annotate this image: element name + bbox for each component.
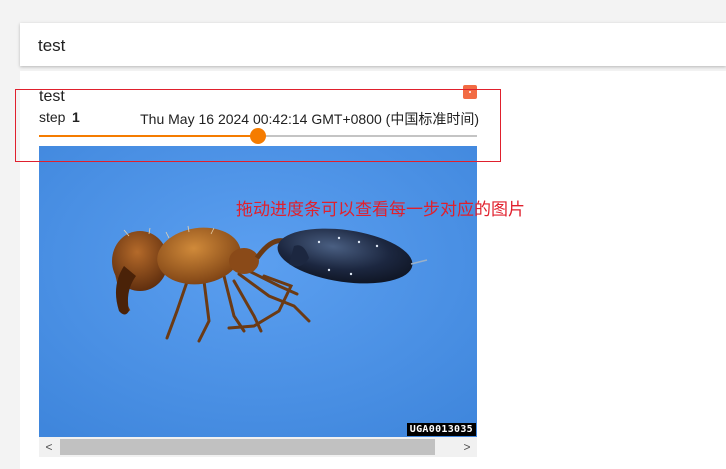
annotation-highlight-box — [15, 89, 501, 162]
scrollbar-thumb[interactable] — [60, 439, 435, 455]
run-header: test — [20, 23, 726, 66]
scroll-right-icon[interactable]: > — [457, 437, 477, 457]
ant-image — [39, 146, 477, 437]
scroll-left-icon[interactable]: < — [39, 437, 59, 457]
left-rail — [0, 0, 20, 469]
annotation-text: 拖动进度条可以查看每一步对应的图片 — [236, 200, 525, 219]
run-title: test — [38, 36, 66, 55]
image-watermark: UGA0013035 — [406, 423, 476, 436]
step-image: UGA0013035 — [39, 146, 477, 437]
horizontal-scrollbar[interactable]: < > — [39, 437, 477, 457]
